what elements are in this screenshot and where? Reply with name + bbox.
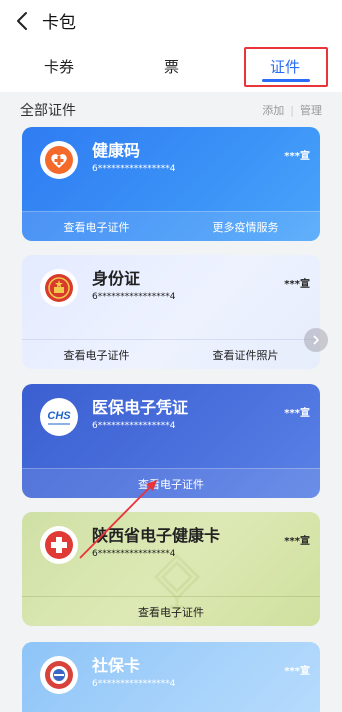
section-title: 全部证件 — [20, 103, 76, 119]
card-name: 健康码 — [92, 141, 141, 160]
top-bar: 卡包 卡券 票 证件 — [0, 0, 342, 92]
add-button[interactable]: 添加 — [262, 104, 284, 117]
medical-insurance-badge: CHS — [40, 398, 78, 436]
divider: | — [290, 104, 294, 117]
chs-logo-icon: CHS — [47, 410, 71, 425]
view-certificate-button[interactable]: 查看电子证件 — [22, 347, 171, 363]
card-holder: ***宣 — [284, 536, 310, 547]
card-actions: 查看电子证件 — [22, 596, 320, 626]
social-security-badge — [40, 656, 78, 694]
page-title: 卡包 — [42, 13, 76, 33]
card-name: 身份证 — [92, 269, 141, 288]
card-actions: 查看电子证件 — [22, 468, 320, 498]
national-emblem-icon — [45, 274, 73, 302]
card-number: 6****************4 — [92, 679, 176, 689]
card-holder: ***宣 — [284, 666, 310, 677]
heart-plus-icon — [45, 146, 73, 174]
card-number: 6****************4 — [92, 164, 176, 174]
health-code-badge — [40, 141, 78, 179]
view-certificate-button[interactable]: 查看电子证件 — [22, 476, 320, 492]
card-actions: 查看电子证件 更多疫情服务 — [22, 211, 320, 241]
id-card[interactable]: 身份证 6****************4 ***宣 查看电子证件 查看证件照… — [22, 255, 320, 369]
shaanxi-health-badge — [40, 526, 78, 564]
card-name: 社保卡 — [92, 656, 141, 675]
id-card-badge — [40, 269, 78, 307]
card-number: 6****************4 — [92, 292, 176, 302]
card-number: 6****************4 — [92, 549, 176, 559]
manage-button[interactable]: 管理 — [300, 104, 322, 117]
card-name: 医保电子凭证 — [92, 398, 189, 417]
red-cross-icon — [45, 531, 73, 559]
health-code-card[interactable]: 健康码 6****************4 ***宣 查看电子证件 更多疫情服… — [22, 127, 320, 241]
tab-coupons[interactable]: 卡券 — [44, 56, 74, 77]
card-holder: ***宣 — [284, 151, 310, 162]
social-security-icon — [45, 661, 73, 689]
card-holder: ***宣 — [284, 408, 310, 419]
view-certificate-button[interactable]: 查看电子证件 — [22, 604, 320, 620]
more-epidemic-services-button[interactable]: 更多疫情服务 — [171, 219, 320, 235]
shaanxi-health-card[interactable]: 陕西省电子健康卡 6****************4 ***宣 查看电子证件 — [22, 512, 320, 626]
chevron-right-icon — [313, 335, 320, 345]
scroll-right-button[interactable] — [304, 328, 328, 352]
view-certificate-button[interactable]: 查看电子证件 — [22, 219, 171, 235]
social-security-card[interactable]: 社保卡 6****************4 ***宣 — [22, 642, 320, 712]
section-actions: 添加 | 管理 — [262, 102, 322, 118]
card-actions: 查看电子证件 查看证件照片 — [22, 339, 320, 369]
card-name: 陕西省电子健康卡 — [92, 526, 221, 545]
chevron-left-icon[interactable] — [12, 9, 34, 33]
annotation-highlight-box — [244, 47, 328, 87]
tab-tickets[interactable]: 票 — [164, 56, 179, 77]
view-id-photo-button[interactable]: 查看证件照片 — [171, 347, 320, 363]
chs-logo-text: CHS — [47, 410, 71, 422]
card-holder: ***宣 — [284, 279, 310, 290]
card-number: 6****************4 — [92, 421, 176, 431]
medical-insurance-card[interactable]: CHS 医保电子凭证 6****************4 ***宣 查看电子证… — [22, 384, 320, 498]
